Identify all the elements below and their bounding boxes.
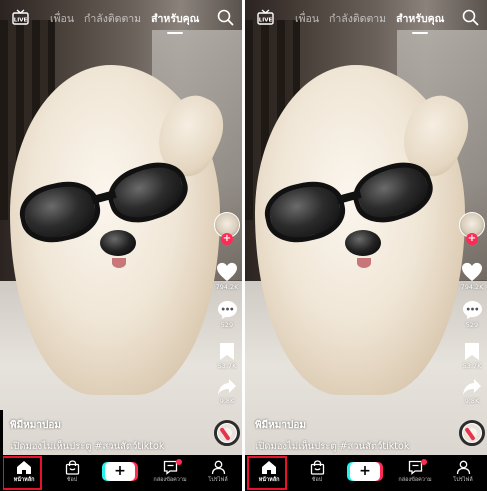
share-count: 9.8K [219, 397, 235, 405]
svg-text:LIVE: LIVE [14, 18, 28, 24]
like-button[interactable]: 794.2K [459, 262, 485, 291]
nav-profile[interactable]: โปรไฟล์ [196, 455, 240, 491]
share-icon [463, 379, 481, 395]
like-count: 794.2K [460, 283, 484, 291]
follow-button[interactable]: + [466, 233, 478, 245]
tab-friends[interactable]: เพื่อน [295, 10, 319, 27]
comment-icon [217, 300, 237, 320]
top-nav: LIVE เพื่อน กำลังติดตาม สำหรับคุณ [0, 0, 242, 36]
search-icon[interactable] [217, 9, 234, 26]
bottom-nav: หน้าหลัก ช้อป + กล่องข้อความ โปรไฟล์ [0, 455, 242, 491]
feed-tabs: เพื่อน กำลังติดตาม สำหรับคุณ [50, 10, 199, 34]
profile-icon [456, 460, 470, 475]
bookmark-icon [465, 343, 479, 360]
search-icon[interactable] [462, 9, 479, 26]
feed-tabs: เพื่อน กำลังติดตาม สำหรับคุณ [295, 10, 444, 34]
bottom-nav: หน้าหลัก ช้อป + กล่องข้อความ โปรไฟล์ [245, 455, 487, 491]
comment-count: 529 [220, 321, 234, 329]
heart-icon [217, 262, 237, 282]
tab-following[interactable]: กำลังติดตาม [329, 10, 386, 27]
creator-name[interactable]: พิมีหมาปอม [255, 418, 460, 433]
dog-tongue [112, 258, 126, 268]
inbox-notification-dot [176, 459, 182, 465]
home-icon [17, 461, 31, 474]
bookmark-icon [220, 343, 234, 360]
nav-home-label: หน้าหลัก [258, 477, 280, 483]
nav-profile-label: โปรไฟล์ [453, 477, 473, 483]
share-button[interactable]: 9.8K [459, 378, 485, 405]
tab-for-you[interactable]: สำหรับคุณ [396, 10, 444, 34]
comment-count: 529 [465, 321, 479, 329]
sunglasses [14, 153, 200, 249]
nav-create[interactable]: + [344, 455, 388, 491]
nav-shop[interactable]: ช้อป [295, 455, 339, 491]
top-nav: LIVE เพื่อน กำลังติดตาม สำหรับคุณ [245, 0, 487, 36]
tab-for-you[interactable]: สำหรับคุณ [151, 10, 199, 34]
save-count: 53.7K [462, 362, 482, 370]
heart-icon [462, 262, 482, 282]
nav-inbox[interactable]: กล่องข้อความ [148, 455, 192, 491]
creator-name[interactable]: พิมีหมาปอม [10, 418, 215, 433]
music-disc-icon[interactable] [214, 420, 240, 446]
phone-screen-right: LIVE เพื่อน กำลังติดตาม สำหรับคุณ + 794.… [245, 0, 487, 491]
live-icon[interactable]: LIVE [12, 9, 29, 25]
nav-inbox-label: กล่องข้อความ [153, 477, 187, 483]
nav-shop-label: ช้อป [311, 477, 323, 483]
share-count: 9.8K [464, 397, 480, 405]
sunglasses [259, 153, 445, 249]
frame-edge [0, 410, 3, 491]
save-count: 53.7K [217, 362, 237, 370]
like-count: 794.2K [215, 283, 239, 291]
shop-bag-icon [310, 460, 324, 475]
profile-icon [211, 460, 225, 475]
save-button[interactable]: 53.7K [459, 342, 485, 370]
phone-screen-left: LIVE เพื่อน กำลังติดตาม สำหรับคุณ + 794.… [0, 0, 242, 491]
comment-button[interactable]: 529 [459, 300, 485, 329]
follow-button[interactable]: + [221, 233, 233, 245]
svg-text:LIVE: LIVE [259, 18, 273, 24]
live-icon[interactable]: LIVE [257, 9, 274, 25]
save-button[interactable]: 53.7K [214, 342, 240, 370]
tab-following[interactable]: กำลังติดตาม [84, 10, 141, 27]
nav-inbox-label: กล่องข้อความ [398, 477, 432, 483]
create-plus-icon[interactable]: + [350, 462, 380, 481]
dog-tongue [357, 258, 371, 268]
nav-profile[interactable]: โปรไฟล์ [441, 455, 485, 491]
inbox-notification-dot [421, 459, 427, 465]
shop-bag-icon [65, 460, 79, 475]
music-disc-icon[interactable] [459, 420, 485, 446]
nav-home[interactable]: หน้าหลัก [2, 455, 46, 491]
video-caption: พิมีหมาปอม เปิดมองไม่เห็นประตู #สวนสัตว์… [255, 418, 460, 454]
share-button[interactable]: 9.8K [214, 378, 240, 405]
comment-icon [462, 300, 482, 320]
comment-button[interactable]: 529 [214, 300, 240, 329]
nav-shop[interactable]: ช้อป [50, 455, 94, 491]
nav-shop-label: ช้อป [66, 477, 78, 483]
tab-friends[interactable]: เพื่อน [50, 10, 74, 27]
video-description[interactable]: เปิดมองไม่เห็นประตู #สวนสัตว์tiktok [10, 439, 215, 454]
nav-create[interactable]: + [99, 455, 143, 491]
nav-home[interactable]: หน้าหลัก [247, 455, 291, 491]
create-plus-icon[interactable]: + [105, 462, 135, 481]
like-button[interactable]: 794.2K [214, 262, 240, 291]
nav-inbox[interactable]: กล่องข้อความ [393, 455, 437, 491]
nav-home-label: หน้าหลัก [13, 477, 35, 483]
video-caption: พิมีหมาปอม เปิดมองไม่เห็นประตู #สวนสัตว์… [10, 418, 215, 454]
nav-profile-label: โปรไฟล์ [208, 477, 228, 483]
share-icon [218, 379, 236, 395]
video-description[interactable]: เปิดมองไม่เห็นประตู #สวนสัตว์tiktok [255, 439, 460, 454]
dog-nose [345, 230, 381, 256]
dog-nose [100, 230, 136, 256]
home-icon [262, 461, 276, 474]
